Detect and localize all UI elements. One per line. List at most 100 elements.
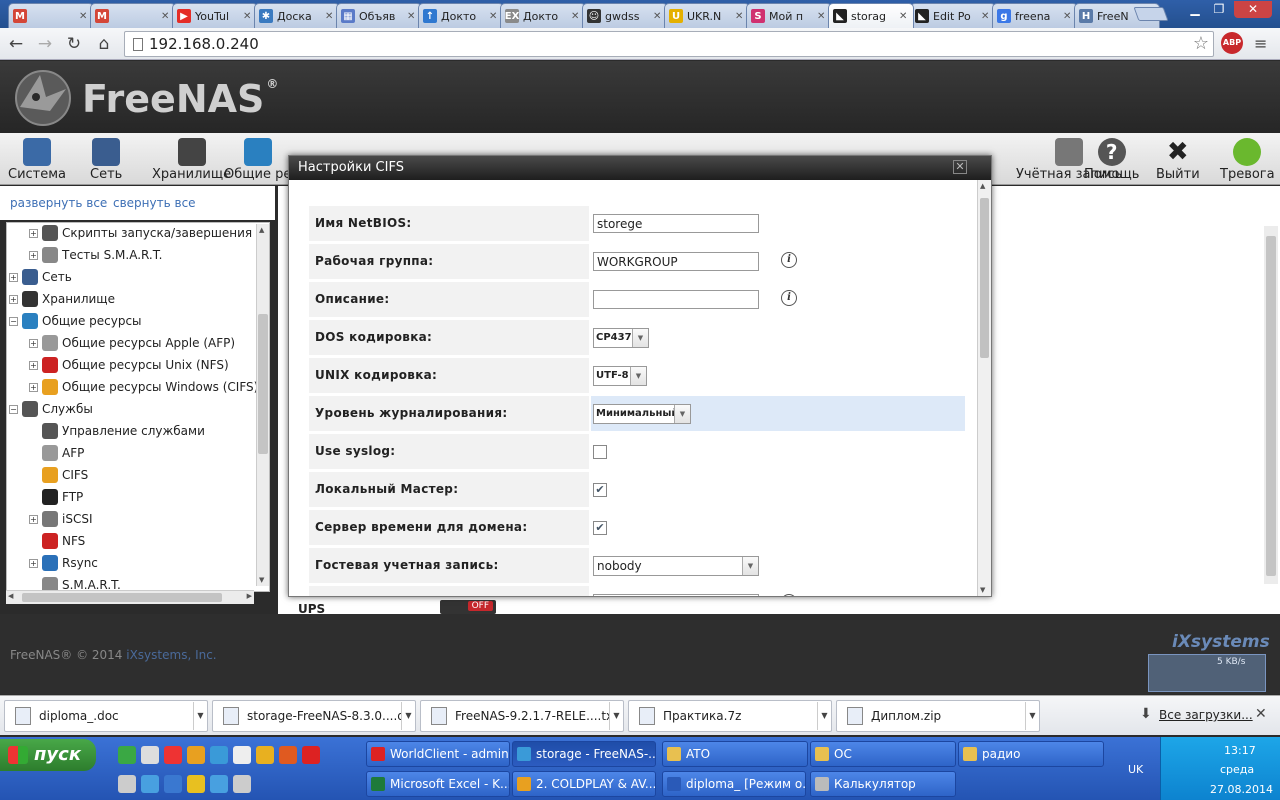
scroll-down-icon[interactable]: ▼ — [259, 576, 264, 584]
toolbar-button[interactable]: Общие ре — [224, 135, 291, 183]
quick-launch-icon[interactable] — [164, 775, 182, 793]
browser-tab[interactable]: g freena ✕ — [992, 3, 1078, 28]
scroll-right-icon[interactable]: ▶ — [247, 592, 252, 600]
tree-node[interactable]: + Сеть — [9, 267, 72, 287]
tree-node[interactable]: + Общие ресурсы Unix (NFS) — [29, 355, 229, 375]
download-item[interactable]: Диплом.zip ▼ — [836, 700, 1040, 732]
quick-launch-icon[interactable] — [118, 775, 136, 793]
quick-launch-icon[interactable] — [256, 746, 274, 764]
chevron-down-icon[interactable]: ▼ — [401, 702, 415, 730]
browser-tab[interactable]: ◣ Edit Po ✕ — [910, 3, 996, 28]
quick-launch-icon[interactable] — [164, 746, 182, 764]
bookmark-star-icon[interactable]: ☆ — [1193, 33, 1209, 54]
tree-node[interactable]: − Общие ресурсы — [9, 311, 142, 331]
tree-node[interactable]: − Службы — [9, 399, 93, 419]
collapse-icon[interactable]: − — [9, 316, 18, 326]
minimize-button[interactable]: ▁ — [1184, 1, 1206, 18]
toolbar-button[interactable]: Тревога — [1220, 135, 1275, 183]
tab-close-icon[interactable]: ✕ — [161, 11, 171, 22]
taskbar-window[interactable]: Калькулятор — [810, 771, 956, 797]
browser-tab[interactable]: M ✕ — [90, 3, 176, 28]
tab-close-icon[interactable]: ✕ — [817, 11, 827, 22]
quick-launch-icon[interactable] — [141, 746, 159, 764]
chevron-down-icon[interactable]: ▼ — [1025, 702, 1039, 730]
downloads-close-icon[interactable]: ✕ — [1255, 706, 1267, 722]
tab-close-icon[interactable]: ✕ — [489, 11, 499, 22]
quick-launch-icon[interactable] — [233, 746, 251, 764]
tree-node[interactable]: + Общие ресурсы Windows (CIFS) — [29, 377, 258, 397]
checkbox[interactable]: ✔ — [593, 483, 607, 497]
language-indicator[interactable]: UK — [1128, 763, 1143, 776]
tab-close-icon[interactable]: ✕ — [735, 11, 745, 22]
adblock-icon[interactable]: ABP — [1221, 32, 1243, 54]
taskbar-window[interactable]: радио — [958, 741, 1104, 767]
select-dropdown[interactable]: CP437 ▼ — [593, 328, 649, 348]
collapse-icon[interactable]: − — [9, 404, 18, 414]
browser-tab[interactable]: ☺ gwdss ✕ — [582, 3, 668, 28]
quick-launch-icon[interactable] — [233, 775, 251, 793]
expand-icon[interactable]: + — [29, 558, 38, 568]
text-input[interactable] — [593, 252, 759, 271]
tree-node[interactable]: + Rsync — [29, 553, 98, 573]
toolbar-button[interactable]: Хранилище — [152, 135, 231, 183]
quick-launch-icon[interactable] — [118, 746, 136, 764]
quick-launch-icon[interactable] — [279, 746, 297, 764]
tree-scroll-thumb[interactable] — [258, 314, 268, 454]
info-icon[interactable]: i — [781, 252, 797, 268]
tab-close-icon[interactable]: ✕ — [407, 11, 417, 22]
main-scrollbar[interactable] — [1264, 226, 1278, 584]
tree-node[interactable]: Управление службами — [29, 421, 205, 441]
back-icon[interactable]: ← — [4, 32, 28, 56]
chevron-down-icon[interactable]: ▼ — [193, 702, 207, 730]
new-tab-button[interactable] — [1133, 7, 1169, 21]
address-bar[interactable]: 192.168.0.240 ☆ — [124, 31, 1214, 57]
expand-icon[interactable]: + — [9, 294, 18, 304]
quick-launch-icon[interactable] — [187, 775, 205, 793]
tab-close-icon[interactable]: ✕ — [243, 11, 253, 22]
dialog-close-icon[interactable]: ✕ — [953, 160, 967, 174]
download-item[interactable]: storage-FreeNAS-8.3.0....db ▼ — [212, 700, 416, 732]
browser-tab[interactable]: ▶ YouTul ✕ — [172, 3, 258, 28]
tree-node[interactable]: + Общие ресурсы Apple (AFP) — [29, 333, 235, 353]
expand-icon[interactable]: + — [29, 514, 38, 524]
scroll-up-icon[interactable]: ▲ — [980, 182, 985, 190]
quick-launch-icon[interactable] — [187, 746, 205, 764]
tab-close-icon[interactable]: ✕ — [79, 11, 89, 22]
taskbar-window[interactable]: OC — [810, 741, 956, 767]
chevron-down-icon[interactable]: ▼ — [817, 702, 831, 730]
company-link[interactable]: iXsystems, Inc. — [126, 648, 216, 662]
toolbar-button[interactable]: Сеть — [90, 135, 122, 183]
tree-node[interactable]: + Скрипты запуска/завершения — [29, 223, 252, 243]
tab-close-icon[interactable]: ✕ — [1063, 11, 1073, 22]
home-icon[interactable]: ⌂ — [92, 32, 116, 56]
info-icon[interactable]: i — [781, 594, 797, 596]
chevron-down-icon[interactable]: ▼ — [609, 702, 623, 730]
checkbox[interactable] — [593, 445, 607, 459]
start-button[interactable]: пуск — [0, 739, 96, 771]
taskbar-window[interactable]: diploma_ [Режим о... — [662, 771, 806, 797]
expand-icon[interactable]: + — [29, 360, 38, 370]
close-window-button[interactable]: ✕ — [1234, 1, 1272, 18]
menu-icon[interactable]: ≡ — [1254, 34, 1267, 53]
tree-hscroll-thumb[interactable] — [22, 593, 222, 602]
expand-icon[interactable]: + — [9, 272, 18, 282]
text-input[interactable] — [593, 594, 759, 596]
tree-node[interactable]: AFP — [29, 443, 84, 463]
dialog-scrollbar[interactable]: ▲ ▼ — [977, 180, 991, 596]
tab-close-icon[interactable]: ✕ — [899, 11, 909, 22]
checkbox[interactable]: ✔ — [593, 521, 607, 535]
tab-close-icon[interactable]: ✕ — [571, 11, 581, 22]
browser-tab[interactable]: ▦ Объяв ✕ — [336, 3, 422, 28]
toolbar-button[interactable]: ? Помощь — [1084, 135, 1139, 183]
download-item[interactable]: FreeNAS-9.2.1.7-RELE....txz ▼ — [420, 700, 624, 732]
maximize-button[interactable]: ❐ — [1208, 1, 1230, 18]
ups-toggle[interactable]: OFF — [440, 600, 496, 614]
expand-icon[interactable]: + — [29, 382, 38, 392]
tab-close-icon[interactable]: ✕ — [981, 11, 991, 22]
tree-node[interactable]: + iSCSI — [29, 509, 93, 529]
quick-launch-icon[interactable] — [302, 746, 320, 764]
quick-launch-icon[interactable] — [210, 746, 228, 764]
tab-close-icon[interactable]: ✕ — [325, 11, 335, 22]
expand-icon[interactable]: + — [29, 250, 38, 260]
select-dropdown[interactable]: UTF-8 ▼ — [593, 366, 647, 386]
